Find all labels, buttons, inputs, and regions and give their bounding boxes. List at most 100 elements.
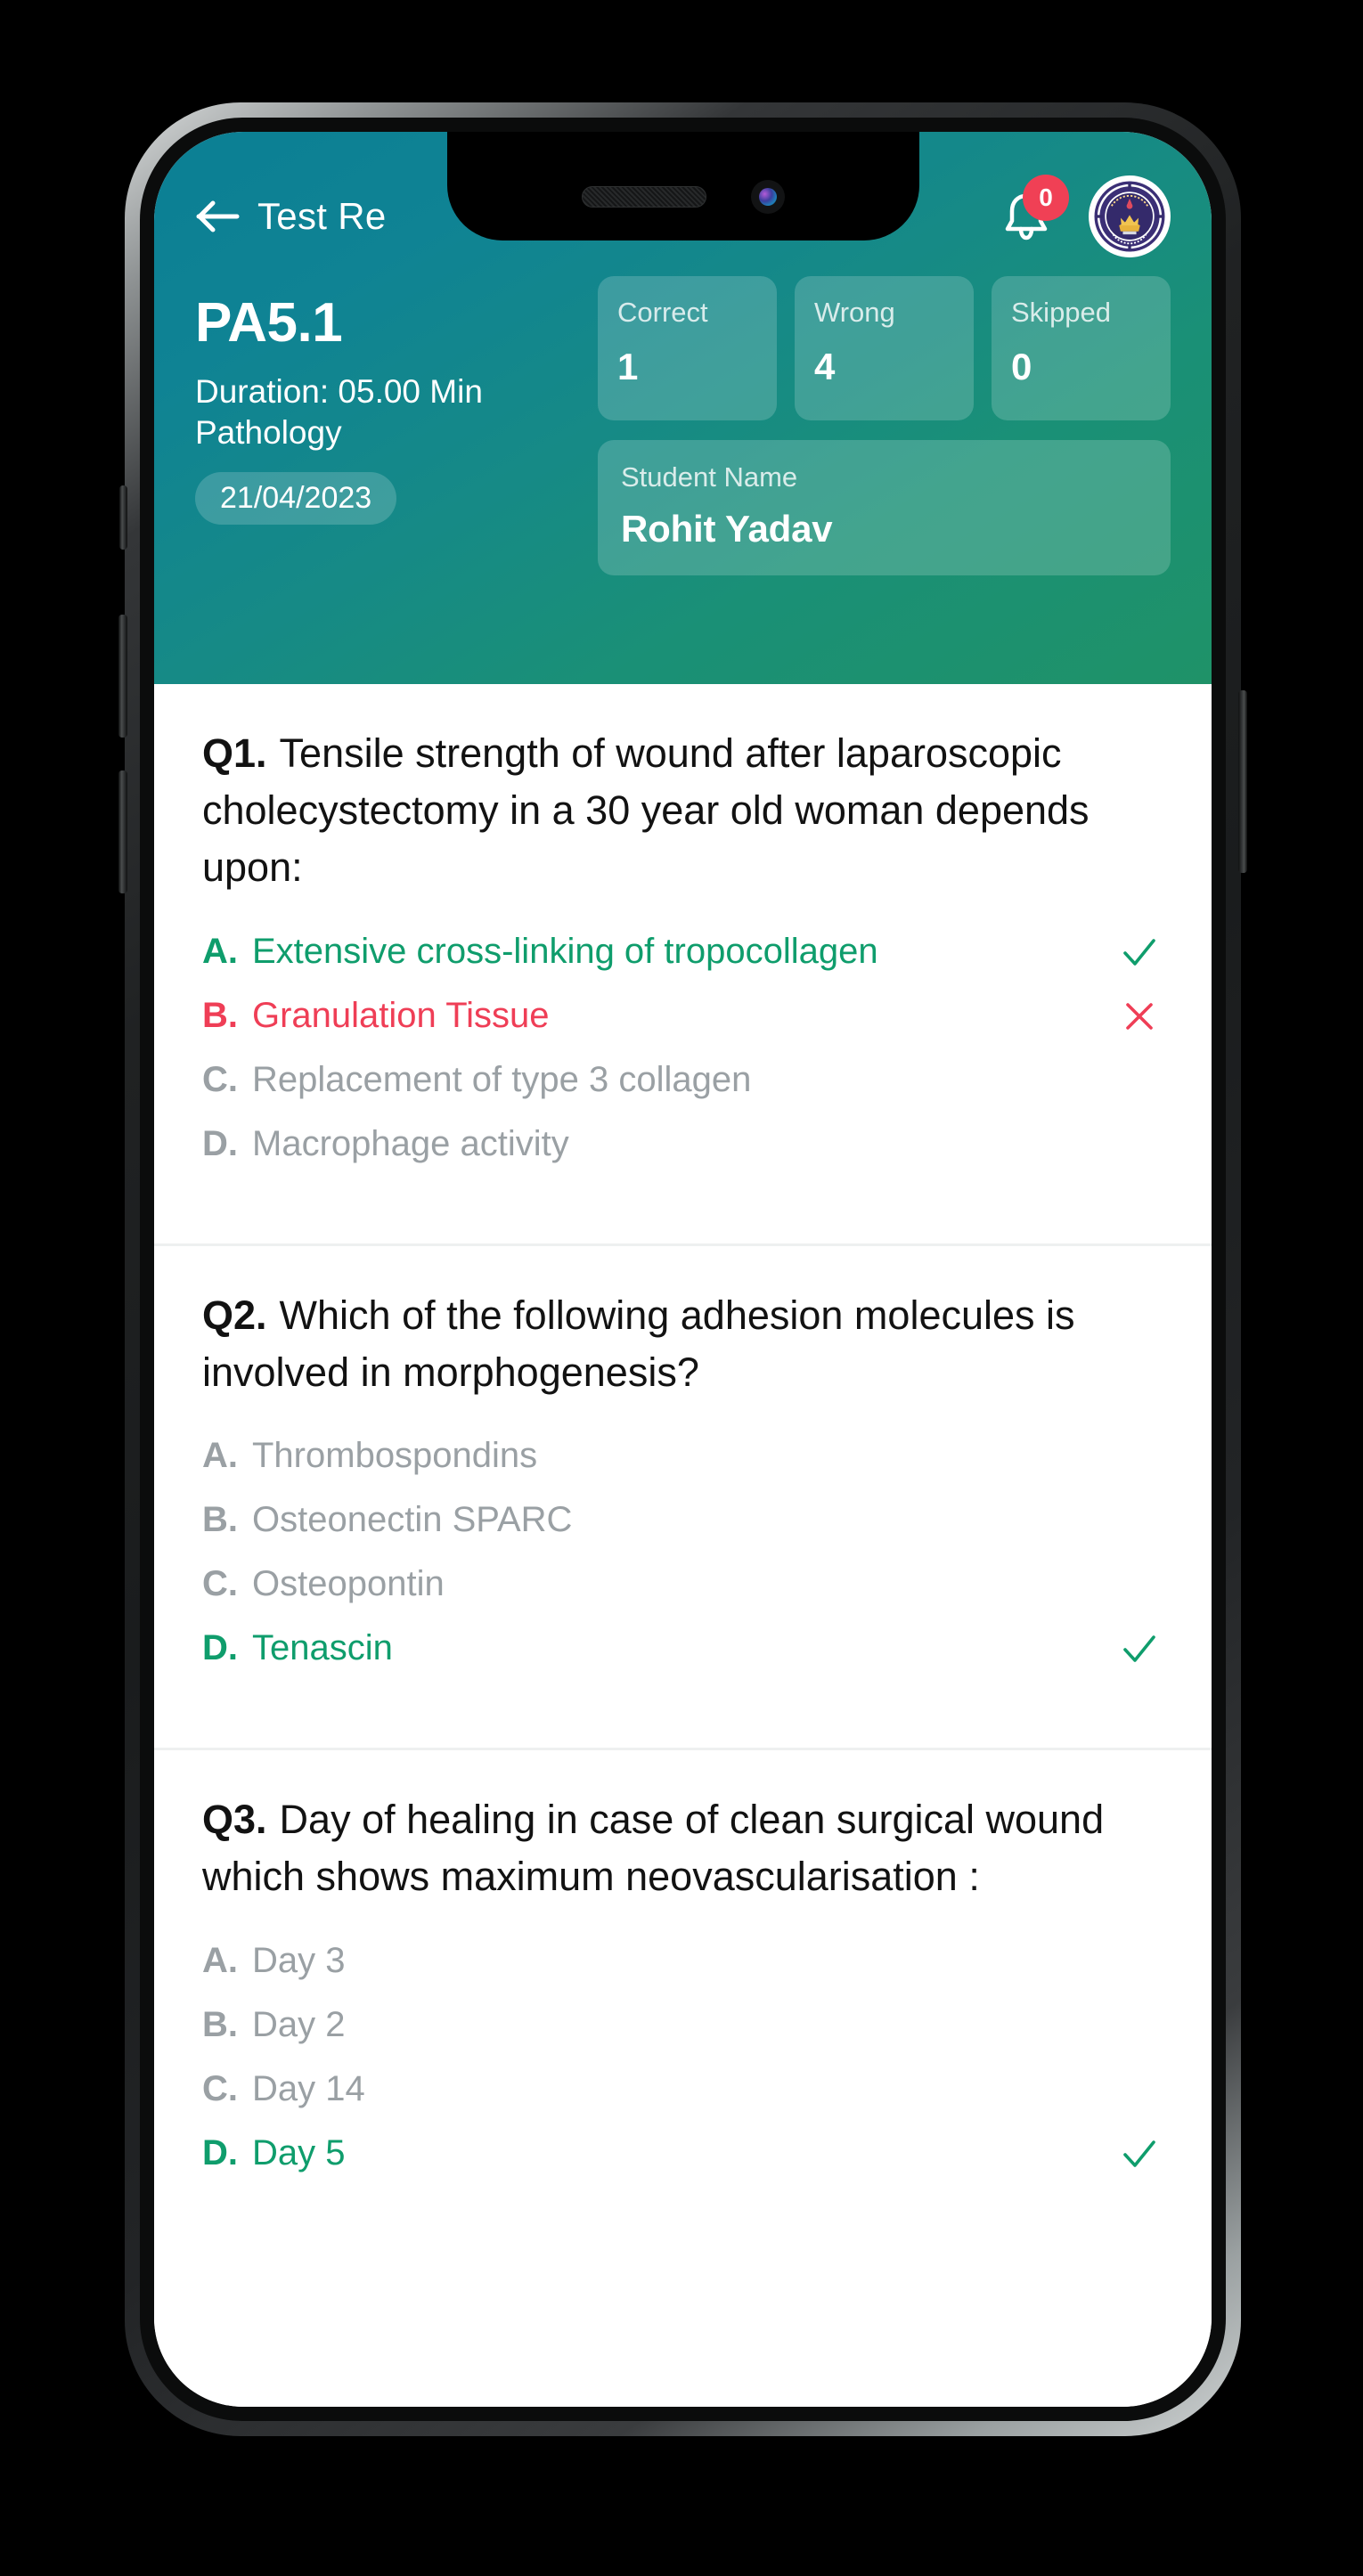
test-subject: Pathology [195, 414, 342, 452]
option-text: Thrombospondins [252, 1436, 538, 1476]
option-text: Osteonectin SPARC [252, 1500, 573, 1540]
answer-option[interactable]: A. Day 3 [202, 1928, 1163, 1993]
stat-value: 1 [617, 346, 639, 388]
stat-card-row: Correct 1 Wrong 4 Skipped 0 [598, 276, 1171, 420]
question-body: Which of the following adhesion molecule… [202, 1292, 1075, 1395]
option-text: Day 5 [252, 2133, 346, 2173]
question-spacer [202, 1680, 1163, 1712]
student-name-card: Student Name Rohit Yadav [598, 440, 1171, 575]
notifications-button[interactable]: 0 [1000, 175, 1069, 244]
option-result-mark [1115, 2062, 1163, 2069]
option-text: Day 3 [252, 1941, 346, 1981]
option-result-mark [1115, 1429, 1163, 1436]
camera-lens-icon [758, 188, 777, 206]
option-letter: B. [202, 1500, 238, 1540]
answer-option[interactable]: C. Day 14 [202, 2057, 1163, 2121]
stat-card-skipped: Skipped 0 [992, 276, 1171, 420]
answer-option[interactable]: A. Extensive cross-linking of tropocollag… [202, 919, 1163, 983]
stat-value: 4 [814, 346, 836, 388]
option-result-mark [1115, 1621, 1163, 1669]
volume-up-button[interactable] [118, 615, 127, 738]
phone-device: Test Re 0 PA5.1 Duration: 05.00 Min Path… [118, 102, 1247, 2436]
power-button[interactable] [1238, 690, 1247, 873]
notification-count-badge: 0 [1023, 175, 1069, 221]
earpiece-speaker-icon [581, 186, 706, 208]
answer-option[interactable]: B. Osteonectin SPARC [202, 1488, 1163, 1552]
test-date-badge: 21/04/2023 [195, 471, 397, 525]
option-text: Replacement of type 3 collagen [252, 1059, 752, 1099]
question-spacer [202, 2185, 1163, 2217]
question-list[interactable]: Q1. Tensile strength of wound after lapar… [154, 684, 1212, 2407]
question-number: Q2. [202, 1292, 267, 1338]
option-result-mark [1115, 925, 1163, 973]
option-letter: A. [202, 1436, 238, 1476]
option-text: Day 14 [252, 2069, 365, 2109]
test-duration: Duration: 05.00 Min [195, 373, 483, 411]
stat-card-wrong: Wrong 4 [795, 276, 974, 420]
option-result-mark [1115, 1557, 1163, 1564]
stat-label: Wrong [814, 297, 895, 328]
check-icon [1123, 1635, 1155, 1663]
arrow-left-icon [196, 200, 240, 232]
option-letter: C. [202, 2069, 238, 2109]
option-letter: A. [202, 931, 238, 971]
option-result-mark [1115, 1117, 1163, 1124]
nav-actions: 0 [1000, 175, 1171, 257]
option-letter: D. [202, 1123, 238, 1163]
option-letter: C. [202, 1564, 238, 1604]
option-letter: B. [202, 2005, 238, 2045]
test-meta: PA5.1 Duration: 05.00 Min Pathology 21/0… [195, 274, 578, 684]
option-letter: C. [202, 1059, 238, 1099]
answer-option[interactable]: C. Osteopontin [202, 1552, 1163, 1616]
option-result-mark [1115, 1998, 1163, 2005]
question-number: Q1. [202, 730, 267, 776]
question-text: Q1. Tensile strength of wound after lapar… [202, 725, 1163, 896]
question-card: Q3. Day of healing in case of clean surgi… [154, 1748, 1212, 2254]
question-card: Q1. Tensile strength of wound after lapar… [154, 684, 1212, 1243]
option-text: Extensive cross-linking of tropocollagen [252, 931, 878, 971]
college-logo-avatar-icon [1092, 179, 1167, 254]
stat-label: Skipped [1011, 297, 1112, 328]
question-card: Q2. Which of the following adhesion molec… [154, 1243, 1212, 1749]
option-letter: D. [202, 1628, 238, 1668]
option-result-mark [1115, 1934, 1163, 1941]
question-number: Q3. [202, 1797, 267, 1843]
student-name-value: Rohit Yadav [621, 508, 833, 550]
option-result-mark [1115, 1053, 1163, 1060]
silent-switch-button[interactable] [119, 485, 127, 550]
question-body: Tensile strength of wound after laparosc… [202, 730, 1090, 890]
stat-card-correct: Correct 1 [598, 276, 777, 420]
check-icon [1123, 2140, 1155, 2168]
answer-option[interactable]: D. Macrophage activity [202, 1112, 1163, 1176]
option-text: Osteopontin [252, 1564, 445, 1604]
test-code: PA5.1 [195, 292, 343, 354]
question-text: Q2. Which of the following adhesion molec… [202, 1287, 1163, 1401]
option-letter: A. [202, 1941, 238, 1981]
cross-icon [1126, 1002, 1153, 1030]
stat-value: 0 [1011, 346, 1032, 388]
option-text: Tenascin [252, 1628, 393, 1668]
answer-option[interactable]: D. Tenascin [202, 1616, 1163, 1680]
answer-option[interactable]: D. Day 5 [202, 2121, 1163, 2185]
page-title: Test Re [257, 195, 387, 237]
header-summary: PA5.1 Duration: 05.00 Min Pathology 21/0… [154, 274, 1212, 684]
answer-option[interactable]: B. Day 2 [202, 1993, 1163, 2057]
answer-option[interactable]: C. Replacement of type 3 collagen [202, 1048, 1163, 1112]
question-spacer [202, 1176, 1163, 1208]
question-body: Day of healing in case of clean surgical… [202, 1797, 1105, 1900]
option-text: Day 2 [252, 2005, 346, 2045]
option-text: Macrophage activity [252, 1123, 569, 1163]
score-summary: Correct 1 Wrong 4 Skipped 0 Student Name… [598, 274, 1171, 684]
avatar[interactable] [1089, 175, 1171, 257]
volume-down-button[interactable] [118, 770, 127, 893]
answer-option[interactable]: B. Granulation Tissue [202, 983, 1163, 1048]
option-result-mark [1115, 2126, 1163, 2174]
answer-option[interactable]: A. Thrombospondins [202, 1423, 1163, 1488]
option-text: Granulation Tissue [252, 995, 550, 1035]
stat-label: Correct [617, 297, 708, 328]
question-text: Q3. Day of healing in case of clean surgi… [202, 1791, 1163, 1905]
option-letter: D. [202, 2133, 238, 2173]
back-button[interactable]: Test Re [195, 195, 387, 238]
device-bezel: Test Re 0 PA5.1 Duration: 05.00 Min Path… [140, 118, 1226, 2421]
option-result-mark [1115, 989, 1163, 1037]
